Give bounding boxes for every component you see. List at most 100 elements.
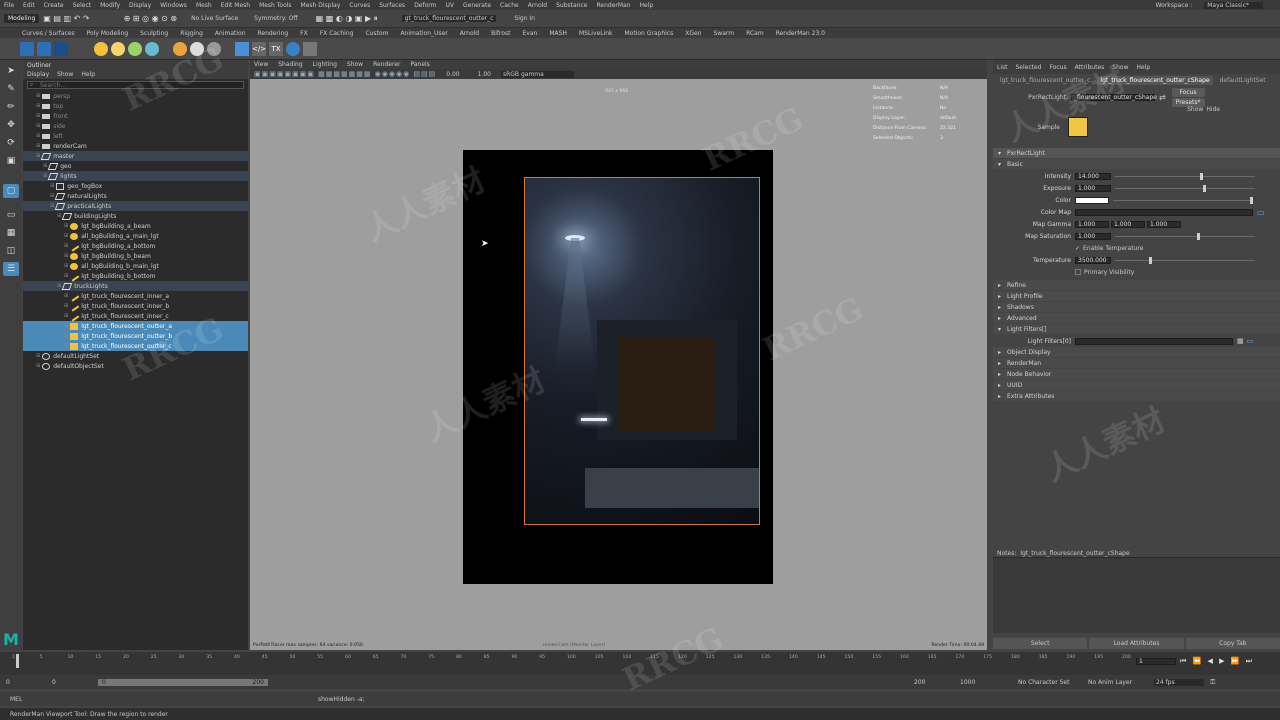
layout-four-icon[interactable]: ▦: [3, 226, 19, 240]
shelf-tab[interactable]: Curves / Surfaces: [22, 30, 75, 37]
menu-item[interactable]: Edit Mesh: [221, 2, 250, 9]
viewport-tool-icons[interactable]: ▣▣▣▣▣▣▣▣ ▦▦▦▦▦▦▦ ◉◉◉◉◉ ▤▤▤: [254, 70, 436, 78]
character-set-dropdown[interactable]: No Character Set: [1018, 679, 1082, 686]
slider-knob[interactable]: [1202, 184, 1206, 192]
outliner-item[interactable]: ⊞ front: [23, 111, 248, 121]
mode-dropdown[interactable]: Modeling: [4, 14, 40, 23]
menu-item[interactable]: Generate: [463, 2, 491, 9]
anim-end-field[interactable]: 1000: [960, 679, 1000, 686]
pxr-material-icon[interactable]: [173, 41, 187, 56]
color-space-dropdown[interactable]: sRGB gamma: [500, 70, 574, 78]
anim-layer-dropdown[interactable]: No Anim Layer: [1088, 679, 1148, 686]
shelf-tab[interactable]: Rigging: [180, 30, 203, 37]
renderman-region-render[interactable]: [524, 177, 760, 525]
primary-visibility-checkbox[interactable]: [1075, 269, 1081, 275]
expand-icon[interactable]: ⊞: [64, 233, 68, 239]
move-tool-icon[interactable]: ✥: [3, 118, 19, 132]
map-gamma-g-field[interactable]: 1.000: [1111, 220, 1145, 228]
shelf-tab[interactable]: Bifrost: [491, 30, 510, 37]
command-input[interactable]: showHidden -a;: [318, 696, 365, 703]
color-map-field[interactable]: [1075, 208, 1253, 216]
selected-name-field[interactable]: gt_truck_flourescent_outter_c: [401, 15, 497, 22]
exposure-field[interactable]: 0.00: [446, 71, 459, 78]
color-slider[interactable]: [1113, 196, 1253, 204]
expand-icon[interactable]: ⊞: [64, 343, 68, 349]
shelf-tab[interactable]: Custom: [365, 30, 388, 37]
attribute-editor-menu-item[interactable]: Focus: [1050, 64, 1067, 71]
time-slider[interactable]: 1 5 10 15 20 25 30 35 40 45 50 55 60 65 70 75 80 85 90 95 10…: [0, 652, 1280, 675]
pxr-disney-icon[interactable]: [207, 41, 221, 56]
folder-icon[interactable]: ▭: [1247, 337, 1254, 345]
expand-icon[interactable]: ⊞: [36, 133, 40, 139]
menu-item[interactable]: Select: [73, 2, 92, 9]
outliner-item[interactable]: ⊞ lights: [23, 171, 248, 181]
viewport-menu-item[interactable]: Panels: [410, 61, 429, 68]
anim-start-field[interactable]: 0: [52, 679, 92, 686]
renderman-region-tool-icon[interactable]: ▢: [3, 184, 19, 198]
shelf-tab[interactable]: FX Caching: [320, 30, 354, 37]
expand-icon[interactable]: ⊞: [36, 113, 40, 119]
exposure-slider[interactable]: [1115, 184, 1255, 192]
shelf-tab[interactable]: FX: [300, 30, 308, 37]
enable-temperature-checkbox[interactable]: ✓: [1075, 245, 1080, 252]
attribute-editor-menu-item[interactable]: Attributes: [1075, 64, 1105, 71]
light-portal-icon[interactable]: [145, 41, 159, 56]
attribute-editor-bottom-button[interactable]: Load Attributes: [1089, 637, 1184, 649]
key-icon[interactable]: ⚿: [1210, 678, 1215, 687]
attribute-editor-menu-item[interactable]: List: [997, 64, 1008, 71]
script-mode-button[interactable]: MEL: [10, 696, 50, 703]
collapsed-section[interactable]: ▸ Node Behavior: [993, 369, 1280, 379]
range-bar[interactable]: 0 200: [98, 678, 268, 686]
intensity-field[interactable]: 14.000: [1075, 172, 1111, 180]
expand-icon[interactable]: ⊞: [57, 213, 61, 219]
expand-icon[interactable]: ⊞: [36, 363, 40, 369]
attribute-editor-menu-item[interactable]: Help: [1136, 64, 1150, 71]
outliner-item[interactable]: ⊞ side: [23, 121, 248, 131]
expand-icon[interactable]: ⊞: [43, 163, 47, 169]
menu-item[interactable]: Modify: [100, 2, 120, 9]
temperature-field[interactable]: 3500.000: [1075, 256, 1111, 264]
output-connections-icon[interactable]: ⇄: [1159, 93, 1166, 102]
outliner-item[interactable]: ⊞ all_bgBuilding_b_main_lgt: [23, 261, 248, 271]
pxr-surface-icon[interactable]: [190, 41, 204, 56]
layout-two-icon[interactable]: ◫: [3, 244, 19, 258]
exposure-field[interactable]: 1.000: [1075, 184, 1111, 192]
show-button[interactable]: Show: [1187, 106, 1203, 113]
expand-icon[interactable]: ⊞: [50, 183, 54, 189]
expand-icon[interactable]: ⊞: [64, 243, 68, 249]
light-dome-icon[interactable]: [111, 41, 125, 56]
viewport-menu-item[interactable]: View: [254, 61, 268, 68]
select-tool-icon[interactable]: ➤: [3, 64, 19, 78]
node-name-field[interactable]: _flourescent_outter_cShape: [1071, 93, 1157, 101]
shelf-tab[interactable]: Sculpting: [140, 30, 168, 37]
folder-icon[interactable]: ▭: [1257, 208, 1265, 217]
expand-icon[interactable]: ⊞: [50, 203, 54, 209]
collapsed-section[interactable]: ▸ Advanced: [993, 313, 1280, 323]
attribute-editor-bottom-button[interactable]: Select: [993, 637, 1088, 649]
outliner-item[interactable]: ⊞ master: [23, 151, 248, 161]
light-sphere-icon[interactable]: [128, 41, 142, 56]
expand-icon[interactable]: ⊞: [36, 123, 40, 129]
attribute-editor-menu-item[interactable]: Selected: [1016, 64, 1042, 71]
slider-knob[interactable]: [1149, 256, 1153, 264]
outliner-item[interactable]: ⊞ defaultLightSet: [23, 351, 248, 361]
notes-textarea[interactable]: [993, 557, 1280, 633]
attribute-editor-bottom-button[interactable]: Copy Tab: [1185, 637, 1280, 649]
collapsed-section[interactable]: ▸ Refine: [993, 280, 1280, 290]
outliner-item[interactable]: ⊞ lgt_truck_flourescent_inner_c: [23, 310, 248, 322]
graph-icon[interactable]: [303, 41, 317, 56]
outliner-item[interactable]: ⊞ naturalLights: [23, 191, 248, 201]
menu-item[interactable]: Arnold: [528, 2, 547, 9]
section-pxrrectlight[interactable]: ▾ PxrRectLight: [993, 148, 1280, 158]
shelf-tab[interactable]: RenderMan 23.0: [776, 30, 825, 37]
outliner-item[interactable]: ⊞ persp: [23, 91, 248, 101]
menu-item[interactable]: Windows: [160, 2, 187, 9]
playback-controls[interactable]: ⏮ ⏪ ◀ ▶ ⏩ ⏭: [1180, 657, 1254, 666]
outliner-item[interactable]: ⊞ lgt_bgBuilding_a_beam: [23, 221, 248, 231]
layout-single-icon[interactable]: ▭: [3, 208, 19, 222]
shelf-tab[interactable]: Motion Graphics: [624, 30, 673, 37]
outliner-item[interactable]: ⊞ practicalLights: [23, 201, 248, 211]
lasso-tool-icon[interactable]: ✎: [3, 82, 19, 96]
map-gamma-b-field[interactable]: 1.000: [1147, 220, 1181, 228]
map-saturation-slider[interactable]: [1115, 232, 1255, 240]
